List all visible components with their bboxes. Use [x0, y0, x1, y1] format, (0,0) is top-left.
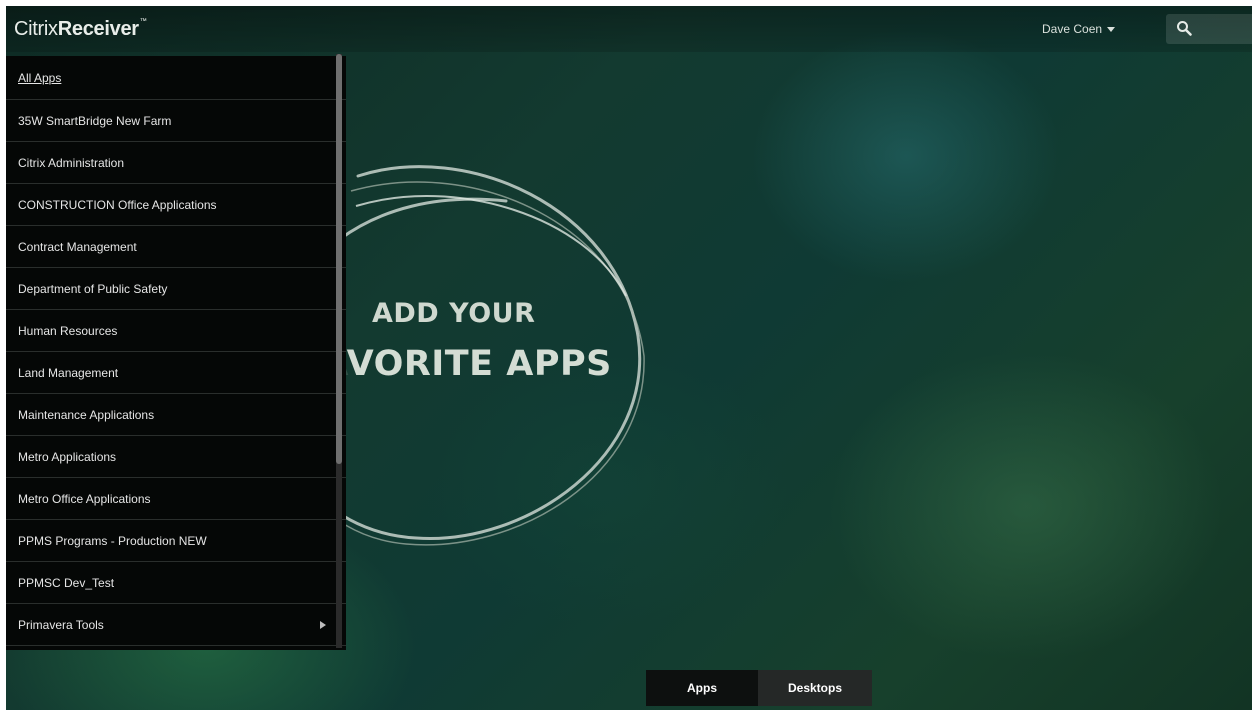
menu-item-label: Department of Public Safety: [18, 282, 168, 296]
menu-item-human-resources[interactable]: Human Resources: [6, 310, 346, 352]
chevron-right-icon: [320, 621, 326, 629]
menu-item-label: Citrix Administration: [18, 156, 125, 170]
menu-item-35w-smartbridge[interactable]: 35W SmartBridge New Farm: [6, 100, 346, 142]
citrix-receiver-window: CitrixReceiver™ Dave Coen ADD YOUR FAVOR…: [6, 6, 1252, 710]
category-menu: All Apps 35W SmartBridge New Farm Citrix…: [6, 56, 346, 650]
menu-item-ppms-programs[interactable]: PPMS Programs - Production NEW: [6, 520, 346, 562]
chevron-down-icon: [1107, 27, 1116, 33]
menu-item-label: Metro Applications: [18, 450, 117, 464]
menu-scrollbar-thumb[interactable]: [336, 54, 342, 464]
menu-item-label: Maintenance Applications: [18, 408, 155, 422]
view-tabs: Apps Desktops: [646, 670, 872, 706]
menu-item-citrix-administration[interactable]: Citrix Administration: [6, 142, 346, 184]
menu-item-label: All Apps: [18, 71, 62, 85]
favorites-heading-line1: ADD YOUR: [372, 298, 536, 329]
menu-item-maintenance-applications[interactable]: Maintenance Applications: [6, 394, 346, 436]
tab-apps[interactable]: Apps: [646, 670, 758, 706]
menu-item-label: PPMS Programs - Production NEW: [18, 534, 207, 548]
menu-item-construction-office[interactable]: CONSTRUCTION Office Applications: [6, 184, 346, 226]
tab-desktops[interactable]: Desktops: [758, 670, 872, 706]
menu-item-land-management[interactable]: Land Management: [6, 352, 346, 394]
menu-item-metro-office-applications[interactable]: Metro Office Applications: [6, 478, 346, 520]
search-icon: [1177, 21, 1192, 36]
brand-citrix: Citrix: [14, 18, 58, 40]
menu-item-label: Land Management: [18, 366, 119, 380]
menu-item-label: Human Resources: [18, 324, 118, 338]
menu-item-label: CONSTRUCTION Office Applications: [18, 198, 217, 212]
user-menu[interactable]: Dave Coen: [1042, 22, 1116, 36]
menu-item-primavera-tools[interactable]: Primavera Tools: [6, 604, 346, 646]
menu-item-metro-applications[interactable]: Metro Applications: [6, 436, 346, 478]
top-bar: CitrixReceiver™ Dave Coen: [6, 6, 1252, 52]
menu-item-public-safety[interactable]: Department of Public Safety: [6, 268, 346, 310]
menu-item-label: PPMSC Dev_Test: [18, 576, 115, 590]
brand-receiver: Receiver: [57, 18, 139, 40]
citrix-receiver-logo: CitrixReceiver™: [14, 18, 147, 41]
favorites-heading-visible-part: VORITE APPS: [346, 344, 612, 384]
favorites-heading-line2: FAVORITE APPS: [301, 344, 612, 384]
menu-item-all-apps[interactable]: All Apps: [6, 56, 346, 100]
menu-item-label: Metro Office Applications: [18, 492, 151, 506]
menu-item-contract-management[interactable]: Contract Management: [6, 226, 346, 268]
menu-item-label: Primavera Tools: [18, 618, 104, 632]
search-button[interactable]: [1166, 14, 1252, 44]
user-name: Dave Coen: [1042, 22, 1103, 36]
menu-item-label: Contract Management: [18, 240, 137, 254]
brand-trademark: ™: [139, 18, 147, 25]
menu-item-label: 35W SmartBridge New Farm: [18, 114, 172, 128]
menu-item-ppmsc-dev-test[interactable]: PPMSC Dev_Test: [6, 562, 346, 604]
